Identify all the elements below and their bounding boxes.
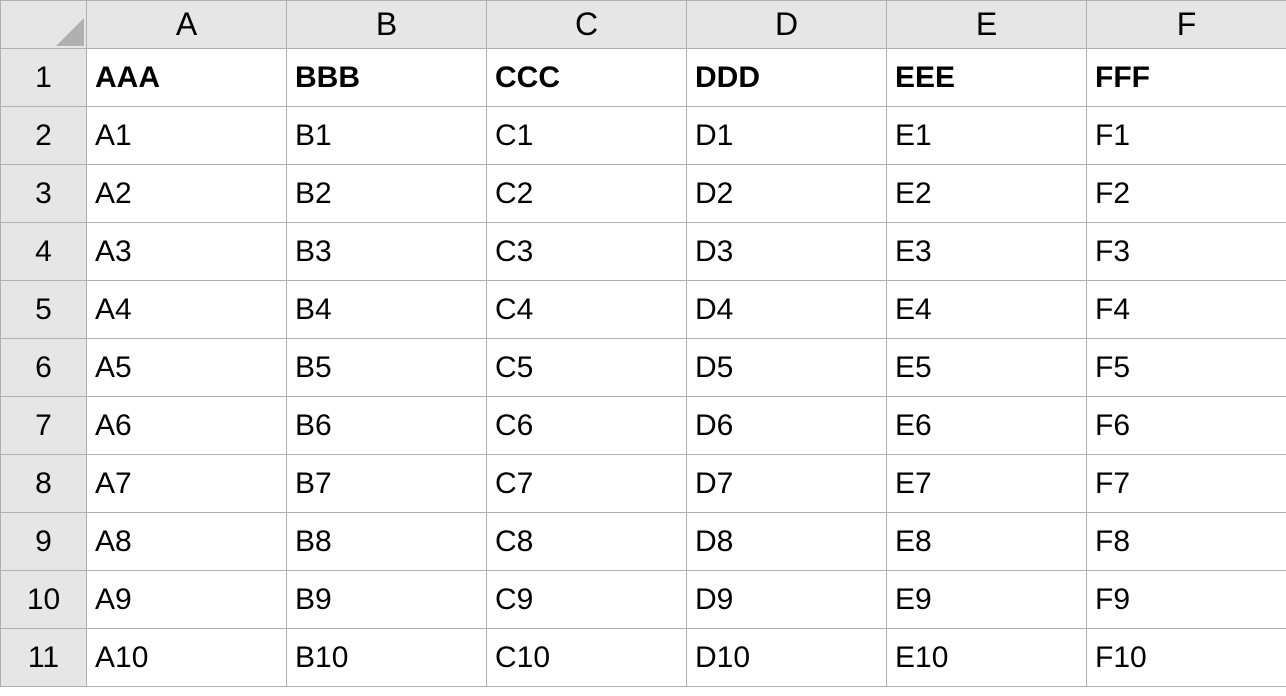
cell[interactable]: F2	[1087, 165, 1286, 223]
cell[interactable]: BBB	[287, 49, 487, 107]
table-row[interactable]: 6 A5 B5 C5 D5 E5 F5	[1, 339, 1286, 397]
table-row[interactable]: 4 A3 B3 C3 D3 E3 F3	[1, 223, 1286, 281]
table-row[interactable]: 1 AAA BBB CCC DDD EEE FFF	[1, 49, 1286, 107]
column-header[interactable]: E	[887, 1, 1087, 49]
cell[interactable]: D6	[687, 397, 887, 455]
cell[interactable]: B2	[287, 165, 487, 223]
table-row[interactable]: 11 A10 B10 C10 D10 E10 F10	[1, 629, 1286, 687]
cell[interactable]: C5	[487, 339, 687, 397]
cell[interactable]: B1	[287, 107, 487, 165]
cell[interactable]: E1	[887, 107, 1087, 165]
cell[interactable]: B8	[287, 513, 487, 571]
table-row[interactable]: 9 A8 B8 C8 D8 E8 F8	[1, 513, 1286, 571]
cell[interactable]: A2	[87, 165, 287, 223]
cell[interactable]: E6	[887, 397, 1087, 455]
row-header[interactable]: 3	[1, 165, 87, 223]
column-header[interactable]: D	[687, 1, 887, 49]
cell[interactable]: F7	[1087, 455, 1286, 513]
cell[interactable]: C1	[487, 107, 687, 165]
select-all-triangle-icon	[56, 18, 84, 46]
select-all-corner[interactable]	[1, 1, 87, 49]
cell[interactable]: DDD	[687, 49, 887, 107]
cell[interactable]: E10	[887, 629, 1087, 687]
row-header[interactable]: 5	[1, 281, 87, 339]
cell[interactable]: D5	[687, 339, 887, 397]
row-header[interactable]: 6	[1, 339, 87, 397]
cell[interactable]: EEE	[887, 49, 1087, 107]
cell[interactable]: D1	[687, 107, 887, 165]
cell[interactable]: D8	[687, 513, 887, 571]
cell[interactable]: FFF	[1087, 49, 1286, 107]
cell[interactable]: C6	[487, 397, 687, 455]
cell[interactable]: F8	[1087, 513, 1286, 571]
cell[interactable]: D10	[687, 629, 887, 687]
table-row[interactable]: 5 A4 B4 C4 D4 E4 F4	[1, 281, 1286, 339]
cell[interactable]: E9	[887, 571, 1087, 629]
row-header[interactable]: 2	[1, 107, 87, 165]
cell[interactable]: C8	[487, 513, 687, 571]
cell[interactable]: E8	[887, 513, 1087, 571]
table-row[interactable]: 3 A2 B2 C2 D2 E2 F2	[1, 165, 1286, 223]
cell[interactable]: A8	[87, 513, 287, 571]
cell[interactable]: B3	[287, 223, 487, 281]
cell[interactable]: D9	[687, 571, 887, 629]
cell[interactable]: A3	[87, 223, 287, 281]
row-header[interactable]: 9	[1, 513, 87, 571]
cell[interactable]: F10	[1087, 629, 1286, 687]
cell[interactable]: B10	[287, 629, 487, 687]
cell[interactable]: D7	[687, 455, 887, 513]
cell[interactable]: A1	[87, 107, 287, 165]
cell[interactable]: A7	[87, 455, 287, 513]
cell[interactable]: CCC	[487, 49, 687, 107]
cell[interactable]: A6	[87, 397, 287, 455]
cell[interactable]: B6	[287, 397, 487, 455]
cell[interactable]: C4	[487, 281, 687, 339]
cell[interactable]: A10	[87, 629, 287, 687]
cell[interactable]: B9	[287, 571, 487, 629]
cell[interactable]: C9	[487, 571, 687, 629]
row-header[interactable]: 8	[1, 455, 87, 513]
cell[interactable]: C7	[487, 455, 687, 513]
table-row[interactable]: 2 A1 B1 C1 D1 E1 F1	[1, 107, 1286, 165]
spreadsheet-view[interactable]: A B C D E F 1 AAA BBB CCC DDD EEE FFF 2 …	[0, 0, 1286, 696]
cell[interactable]: A5	[87, 339, 287, 397]
table-row[interactable]: 7 A6 B6 C6 D6 E6 F6	[1, 397, 1286, 455]
cell[interactable]: A4	[87, 281, 287, 339]
cell[interactable]: AAA	[87, 49, 287, 107]
spreadsheet-grid[interactable]: A B C D E F 1 AAA BBB CCC DDD EEE FFF 2 …	[0, 0, 1286, 687]
cell[interactable]: E2	[887, 165, 1087, 223]
cell[interactable]: E4	[887, 281, 1087, 339]
cell[interactable]: D4	[687, 281, 887, 339]
cell[interactable]: E3	[887, 223, 1087, 281]
cell[interactable]: E5	[887, 339, 1087, 397]
column-header[interactable]: C	[487, 1, 687, 49]
cell[interactable]: F5	[1087, 339, 1286, 397]
row-header[interactable]: 7	[1, 397, 87, 455]
row-header[interactable]: 10	[1, 571, 87, 629]
column-header-row[interactable]: A B C D E F	[1, 1, 1286, 49]
row-header[interactable]: 1	[1, 49, 87, 107]
cell[interactable]: B7	[287, 455, 487, 513]
row-header[interactable]: 11	[1, 629, 87, 687]
cell[interactable]: F3	[1087, 223, 1286, 281]
cell[interactable]: B4	[287, 281, 487, 339]
cell[interactable]: F4	[1087, 281, 1286, 339]
row-header[interactable]: 4	[1, 223, 87, 281]
cell[interactable]: C3	[487, 223, 687, 281]
cell[interactable]: F6	[1087, 397, 1286, 455]
table-row[interactable]: 10 A9 B9 C9 D9 E9 F9	[1, 571, 1286, 629]
column-header[interactable]: B	[287, 1, 487, 49]
cell[interactable]: F9	[1087, 571, 1286, 629]
cell[interactable]: F1	[1087, 107, 1286, 165]
cell[interactable]: A9	[87, 571, 287, 629]
cell[interactable]: C2	[487, 165, 687, 223]
column-header[interactable]: F	[1087, 1, 1286, 49]
cell[interactable]: C10	[487, 629, 687, 687]
cell[interactable]: B5	[287, 339, 487, 397]
table-row[interactable]: 8 A7 B7 C7 D7 E7 F7	[1, 455, 1286, 513]
column-header[interactable]: A	[87, 1, 287, 49]
cell[interactable]: E7	[887, 455, 1087, 513]
cell[interactable]: D3	[687, 223, 887, 281]
cell[interactable]: D2	[687, 165, 887, 223]
